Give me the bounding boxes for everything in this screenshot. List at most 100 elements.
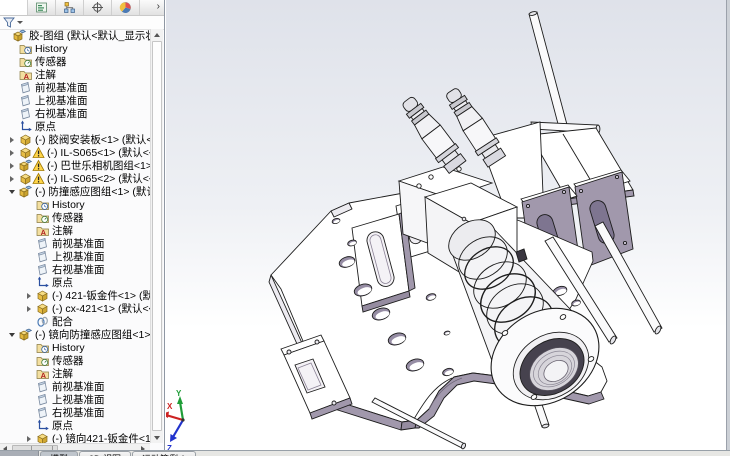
tree-item[interactable]: (-) 防撞感应图组<1> (默认<默认	[0, 185, 151, 198]
tree-item-label: 前视基准面	[33, 81, 88, 94]
panel-tab-propertymanager[interactable]	[28, 0, 56, 15]
vertical-scroll-thumb[interactable]	[152, 41, 162, 431]
filter-funnel-icon[interactable]	[3, 17, 15, 28]
graphics-viewport[interactable]: Y X Z	[166, 0, 730, 456]
tree-item[interactable]: A注解	[0, 224, 151, 237]
expand-arrow-collapsed[interactable]	[7, 159, 19, 172]
document-tab-bar: 模型3D 视图运动算例 1	[0, 450, 730, 456]
tab-scroll-buttons[interactable]	[0, 451, 39, 456]
warning-icon	[32, 159, 45, 172]
sensors-icon	[36, 211, 50, 224]
expand-arrow-none	[24, 367, 36, 380]
expand-arrow-collapsed[interactable]	[24, 432, 36, 443]
tree-item[interactable]: (-) 镜向防撞感应图组<1> (默认<	[0, 328, 151, 341]
tree-item[interactable]: A注解	[0, 367, 151, 380]
expand-arrow-collapsed[interactable]	[24, 302, 36, 315]
triad-x-label: X	[167, 402, 173, 411]
tree-item[interactable]: 前视基准面	[0, 380, 151, 393]
tree-item[interactable]: 上视基准面	[0, 393, 151, 406]
tree-item[interactable]: 右视基准面	[0, 107, 151, 120]
tree-item[interactable]: 原点	[0, 120, 151, 133]
orientation-triad: Y X Z	[166, 389, 185, 453]
document-tab-3[interactable]: 运动算例 1	[132, 451, 196, 456]
tree-item-label: History	[50, 199, 85, 211]
expand-arrow-expanded[interactable]	[7, 328, 19, 341]
tree-item[interactable]: (-) 镜向421-钣金件<1> (默认	[0, 432, 151, 443]
expand-arrow-collapsed[interactable]	[7, 172, 19, 185]
history-icon	[36, 198, 50, 211]
tree-item[interactable]: History	[0, 198, 151, 211]
tree-item[interactable]: 传感器	[0, 211, 151, 224]
tree-item[interactable]: A注解	[0, 68, 151, 81]
filter-dropdown-caret[interactable]	[17, 21, 23, 24]
tree-item[interactable]: History	[0, 42, 151, 55]
dimxpertmanager-icon	[91, 1, 104, 14]
sensors-icon	[36, 354, 50, 367]
plane-icon	[19, 94, 33, 107]
panel-tab-displaymanager[interactable]	[112, 0, 140, 15]
tree-item[interactable]: (-) 巴世乐相机图组<1> (默认	[0, 159, 151, 172]
3d-model-canvas[interactable]: Y X Z	[166, 0, 730, 456]
expand-arrow-none	[24, 354, 36, 367]
tree-item-label: 上视基准面	[33, 94, 88, 107]
tree-item-label: (-) 镜向防撞感应图组<1> (默认<	[33, 328, 151, 341]
annotations-icon: A	[36, 367, 50, 380]
document-tab-1[interactable]: 模型	[40, 451, 78, 456]
tree-item[interactable]: 前视基准面	[0, 81, 151, 94]
tree-item-label: (-) 巴世乐相机图组<1> (默认	[45, 159, 151, 172]
tree-item[interactable]: 前视基准面	[0, 237, 151, 250]
part-icon	[19, 133, 33, 146]
tree-item-label: (-) IL-S065<2> (默认<<默认	[45, 172, 151, 185]
tree-item[interactable]: 原点	[0, 276, 151, 289]
plane-icon	[19, 81, 33, 94]
tree-item-label: (-) 421-钣金件<1> (默认<<	[50, 289, 151, 302]
tree-item-label: (-) cx-421<1> (默认<<默认	[50, 302, 151, 315]
tree-item[interactable]: 右视基准面	[0, 406, 151, 419]
tree-item[interactable]: 原点	[0, 419, 151, 432]
tree-item[interactable]: (-) 421-钣金件<1> (默认<<	[0, 289, 151, 302]
warning-icon	[32, 146, 45, 159]
tree-item-label: (-) 镜向421-钣金件<1> (默认	[50, 432, 151, 443]
scroll-up-arrow[interactable]	[151, 29, 163, 40]
expand-arrow-none	[24, 237, 36, 250]
panel-tab-dimxpertmanager[interactable]	[84, 0, 112, 15]
document-tab-2[interactable]: 3D 视图	[79, 451, 131, 456]
tree-item[interactable]: 右视基准面	[0, 263, 151, 276]
expand-arrow-collapsed[interactable]	[7, 133, 19, 146]
rod-top[interactable]	[529, 11, 600, 139]
expand-arrow-expanded[interactable]	[7, 185, 19, 198]
displaymanager-icon	[119, 1, 132, 14]
expand-arrow-collapsed[interactable]	[7, 146, 19, 159]
plane-icon	[19, 107, 33, 120]
tree-item[interactable]: 上视基准面	[0, 250, 151, 263]
feature-tree: 胶-图组 (默认<默认_显示状态-1>)History传感器A注解前视基准面上视…	[0, 29, 151, 443]
tree-item[interactable]: (-) IL-S065<2> (默认<<默认	[0, 172, 151, 185]
svg-text:A: A	[41, 228, 47, 237]
tree-item-label: 上视基准面	[50, 393, 105, 406]
panel-tabs-overflow-chevron[interactable]: ›	[153, 0, 164, 15]
tree-item-label: 原点	[50, 419, 73, 432]
expand-arrow-none	[24, 276, 36, 289]
tree-item[interactable]: (-) cx-421<1> (默认<<默认	[0, 302, 151, 315]
panel-tab-featuremanager-tree[interactable]	[0, 0, 28, 15]
tree-item-label: 前视基准面	[50, 380, 105, 393]
tree-item[interactable]: 胶-图组 (默认<默认_显示状态-1>)	[0, 29, 151, 42]
tree-item[interactable]: 配合	[0, 315, 151, 328]
tree-vertical-scrollbar[interactable]	[150, 29, 163, 443]
tree-item[interactable]: (-) 胶阀安装板<1> (默认<<默认	[0, 133, 151, 146]
triad-y-label: Y	[176, 389, 182, 398]
tree-item[interactable]: 上视基准面	[0, 94, 151, 107]
svg-text:A: A	[24, 72, 30, 81]
expand-arrow-none	[7, 55, 19, 68]
panel-tab-bar: ›	[0, 0, 164, 16]
expand-arrow-none	[7, 120, 19, 133]
warning-icon	[32, 172, 45, 185]
tree-item[interactable]: 传感器	[0, 55, 151, 68]
expand-arrow-none	[7, 107, 19, 120]
panel-tab-configurationmanager[interactable]	[56, 0, 84, 15]
scroll-down-arrow[interactable]	[151, 432, 163, 443]
expand-arrow-collapsed[interactable]	[24, 289, 36, 302]
tree-item[interactable]: History	[0, 341, 151, 354]
tree-item[interactable]: (-) IL-S065<1> (默认<<默认	[0, 146, 151, 159]
tree-item[interactable]: 传感器	[0, 354, 151, 367]
